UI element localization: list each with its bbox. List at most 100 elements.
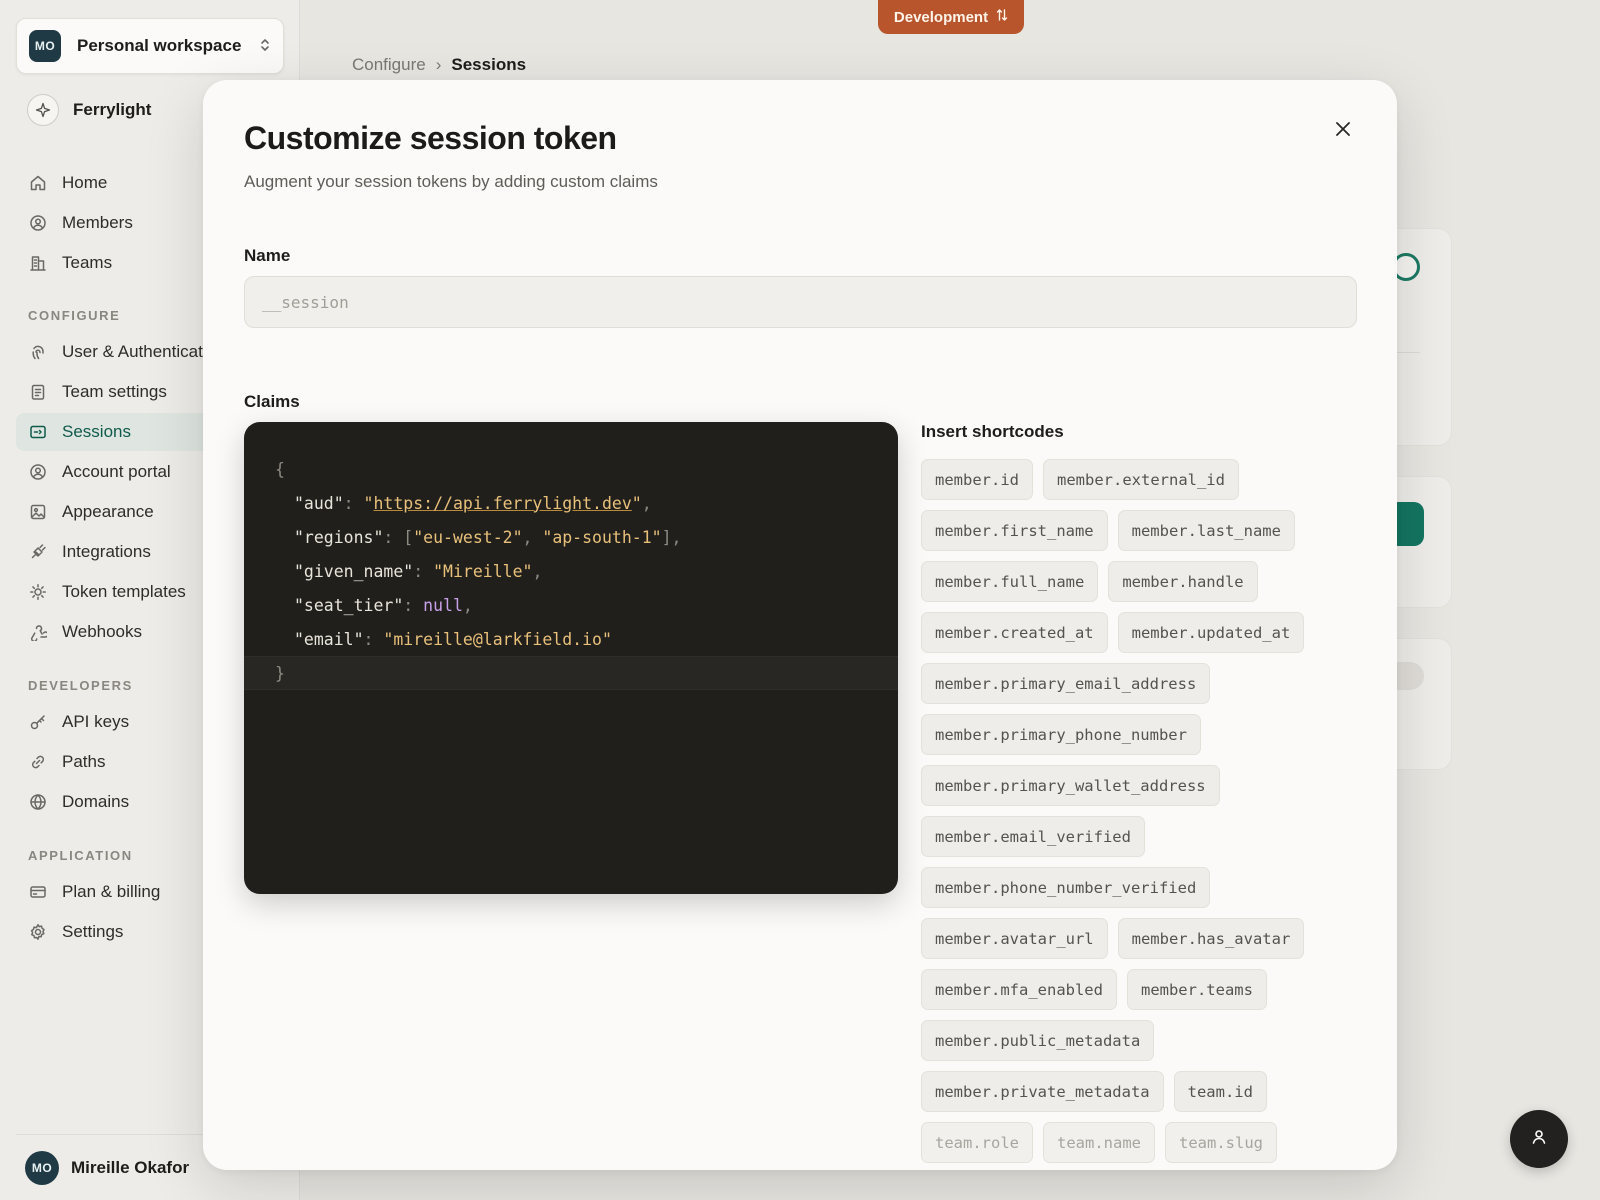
shortcode-row: member.avatar_url member.has_avatar <box>921 918 1361 959</box>
breadcrumb-parent[interactable]: Configure <box>352 55 426 75</box>
shortcode-chip[interactable]: member.private_metadata <box>921 1071 1164 1112</box>
section-heading-developers: DEVELOPERS <box>28 678 133 693</box>
code-line: "aud": " https://api.ferrylight.dev ", <box>294 493 652 513</box>
person-icon <box>1529 1127 1549 1152</box>
chevron-up-down-icon <box>259 37 271 56</box>
sidebar-item-label: Account portal <box>62 462 171 481</box>
sidebar-item-label: Home <box>62 173 108 192</box>
breadcrumb-separator: › <box>435 55 442 74</box>
customize-session-token-dialog: Customize session token Augment your ses… <box>203 80 1397 1170</box>
workspace-name: Personal workspace <box>77 36 242 55</box>
link-icon <box>28 752 48 772</box>
key-icon <box>28 712 48 732</box>
sidebar-item-label: Plan & billing <box>62 882 161 901</box>
sidebar-item-label: API keys <box>62 712 130 731</box>
sidebar-item-label: Integrations <box>62 542 151 561</box>
shortcode-chip[interactable]: member.id <box>921 459 1033 500</box>
workspace-avatar: MO <box>29 30 61 62</box>
section-heading-configure: CONFIGURE <box>28 308 121 323</box>
shortcode-chip[interactable]: member.has_avatar <box>1117 918 1305 959</box>
environment-label: Development <box>893 8 989 26</box>
switch-arrows-icon <box>996 8 1008 26</box>
image-icon <box>28 502 48 522</box>
webhook-icon <box>28 622 48 642</box>
claim-seat-tier-value: null <box>423 595 463 615</box>
shortcode-chip[interactable]: member.primary_phone_number <box>921 714 1201 755</box>
shortcode-row: member.primary_email_address <box>921 663 1361 704</box>
shortcode-row: member.phone_number_verified <box>921 867 1361 908</box>
claim-email-value: mireille@larkfield.io <box>393 629 602 649</box>
help-button[interactable] <box>1510 1110 1568 1168</box>
user-name: Mireille Okafor <box>71 1157 190 1177</box>
section-heading-application: APPLICATION <box>28 848 133 863</box>
claims-code-editor[interactable]: { "aud": " https://api.ferrylight.dev ", "… <box>244 422 898 894</box>
breadcrumb-current: Sessions <box>451 55 527 74</box>
close-button[interactable] <box>1330 118 1356 144</box>
shortcode-chip[interactable]: member.handle <box>1108 561 1258 602</box>
dialog-title: Customize session token <box>244 120 617 156</box>
shortcode-row: member.primary_phone_number <box>921 714 1361 755</box>
code-line-active: } <box>244 656 898 690</box>
shortcode-chip[interactable]: member.updated_at <box>1117 612 1305 653</box>
app-name: Ferrylight <box>73 100 152 119</box>
claims-label: Claims <box>244 392 300 411</box>
shortcode-row: member.public_metadata <box>921 1020 1361 1061</box>
shortcode-chip[interactable]: member.external_id <box>1043 459 1239 500</box>
code-line: "seat_tier": null, <box>294 595 473 615</box>
claim-given-name-value: Mireille <box>443 561 523 581</box>
shortcode-chip[interactable]: member.teams <box>1126 969 1267 1010</box>
app-selector[interactable]: Ferrylight <box>27 94 151 126</box>
code-line: "given_name": " Mireille ", <box>294 561 543 581</box>
user-circle-icon <box>28 462 48 482</box>
app-logo-icon <box>27 94 59 126</box>
code-line: "email": " mireille@larkfield.io " <box>294 629 612 649</box>
shortcode-chip[interactable]: member.last_name <box>1117 510 1295 551</box>
sidebar-item-label: Webhooks <box>62 622 143 641</box>
shortcode-chip[interactable]: member.mfa_enabled <box>921 969 1117 1010</box>
code-line: "regions": [" eu-west-2 ", " ap-south-1 "], <box>294 527 682 547</box>
shortcode-chip[interactable]: team.id <box>1173 1071 1267 1112</box>
shortcode-chip[interactable]: team.slug <box>1165 1122 1277 1163</box>
claim-aud-value: https://api.ferrylight.dev <box>373 493 632 513</box>
shortcode-chip[interactable]: member.email_verified <box>921 816 1145 857</box>
globe-icon <box>28 792 48 812</box>
fingerprint-icon <box>28 342 48 362</box>
claim-region-value: eu-west-2 <box>423 527 513 547</box>
breadcrumb: Configure › Sessions <box>352 55 526 75</box>
home-icon <box>28 173 48 193</box>
user-avatar: MO <box>25 1150 59 1185</box>
shortcode-chip[interactable]: member.full_name <box>921 561 1099 602</box>
session-icon <box>28 422 48 442</box>
shortcode-row: member.first_name member.last_name <box>921 510 1361 551</box>
sidebar-item-label: Domains <box>62 792 130 811</box>
shortcode-row: member.id member.external_id <box>921 459 1361 500</box>
shortcode-chip[interactable]: member.first_name <box>921 510 1108 551</box>
shortcode-chip[interactable]: member.primary_email_address <box>921 663 1211 704</box>
shortcode-chip[interactable]: member.primary_wallet_address <box>921 765 1220 806</box>
sidebar-item-label: Paths <box>62 752 106 771</box>
sidebar-item-label: Members <box>62 213 133 232</box>
workspace-switcher[interactable]: MO Personal workspace <box>16 18 284 74</box>
sidebar-item-label: Sessions <box>62 422 131 441</box>
name-label: Name <box>244 246 291 265</box>
shortcode-chip[interactable]: team.name <box>1043 1122 1155 1163</box>
name-input[interactable] <box>244 276 1357 328</box>
shortcode-row: member.private_metadata team.id <box>921 1071 1361 1112</box>
shortcodes-list: member.id member.external_id member.first_… <box>921 459 1361 1170</box>
sidebar-item-label: Team settings <box>62 382 167 401</box>
environment-badge[interactable]: Development <box>878 0 1024 34</box>
sidebar-item-label: Settings <box>62 922 124 941</box>
shortcode-chip[interactable]: member.phone_number_verified <box>921 867 1211 908</box>
sidebar-item-label: Teams <box>62 253 113 272</box>
shortcode-row: member.primary_wallet_address <box>921 765 1361 806</box>
shortcode-chip[interactable]: member.created_at <box>921 612 1108 653</box>
shortcode-chip[interactable]: member.public_metadata <box>921 1020 1155 1061</box>
shortcode-chip[interactable]: member.avatar_url <box>921 918 1108 959</box>
shortcode-chip[interactable]: team.role <box>921 1122 1033 1163</box>
sun-icon <box>28 582 48 602</box>
gear-icon <box>28 922 48 942</box>
building-icon <box>28 253 48 273</box>
sidebar-item-label: Token templates <box>62 582 186 601</box>
close-icon <box>1335 121 1351 142</box>
shortcode-row: member.mfa_enabled member.teams <box>921 969 1361 1010</box>
